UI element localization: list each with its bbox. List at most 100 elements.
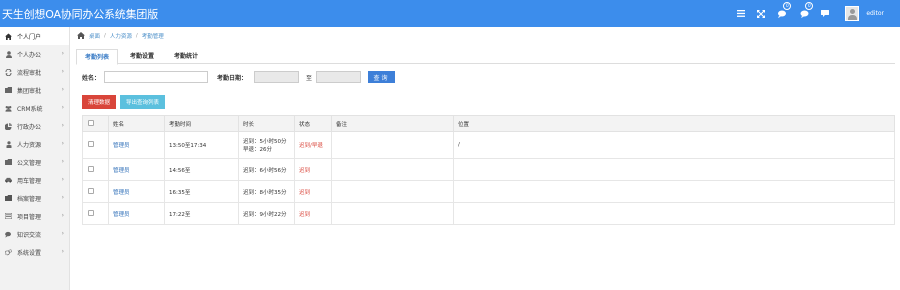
name-input[interactable] [104, 71, 209, 83]
attendance-table: 姓名 考勤时间 时长 状态 备注 位置 管理员 13:50至17:34 迟到：5… [82, 115, 895, 225]
row-duration-late: 迟到：6小时56分 [238, 158, 295, 181]
search-button[interactable]: 查询 [368, 71, 396, 83]
chevron-right-icon: › [61, 86, 64, 93]
table-row: 管理员 16:35至 迟到：8小时35分 迟到 [82, 180, 895, 203]
row-duration-early: 早退：26分 [243, 147, 272, 153]
folder-icon [5, 159, 12, 166]
person-icon [5, 140, 12, 148]
col-header-status: 状态 [294, 115, 332, 132]
user-icon [5, 50, 12, 58]
archive-icon [5, 195, 12, 202]
chevron-right-icon: › [61, 140, 64, 147]
sidebar-item-label: 个人门户 [17, 33, 42, 41]
breadcrumb-home[interactable]: 桌面 [89, 32, 100, 40]
sidebar-item-label: 知识交流 [17, 231, 42, 239]
row-status: 迟到 [294, 158, 332, 181]
breadcrumb-current: 考勤管理 [141, 34, 164, 40]
menu-icon[interactable] [731, 0, 751, 27]
row-checkbox[interactable] [88, 187, 94, 194]
row-checkbox[interactable] [88, 141, 94, 147]
chat-icon[interactable]: 0 [771, 0, 793, 27]
col-header-time: 考勤时间 [164, 115, 239, 132]
message-badge: 0 [805, 2, 814, 10]
row-name-link[interactable]: 管理员 [113, 212, 130, 218]
chat-icon [5, 231, 12, 238]
select-all-header[interactable] [82, 115, 109, 132]
main-content: 桌面 / 人力资源 / 考勤管理 考勤列表 考勤设置 考勤统计 姓名： 考勤日期… [71, 27, 900, 290]
fullscreen-icon[interactable] [751, 0, 771, 27]
sidebar-item-label: 人力资源 [17, 141, 42, 149]
sidebar-item-documents[interactable]: 公文管理 › [0, 153, 69, 171]
sidebar-item-hr[interactable]: 人力资源 › [0, 135, 69, 153]
sidebar-item-label: 公文管理 [17, 159, 42, 167]
sidebar-item-knowledge[interactable]: 知识交流 › [0, 225, 69, 243]
row-time: 13:50至17:34 [164, 131, 239, 159]
export-list-button[interactable]: 导出查询列表 [120, 95, 166, 109]
home-icon [77, 31, 85, 41]
date-start-input[interactable] [254, 71, 300, 83]
sidebar-item-label: 流程审批 [17, 69, 42, 77]
top-bar: 天生创想OA协同办公系统集团版 0 0 editor [0, 0, 900, 27]
search-bar: 姓名： 考勤日期： 至 查询 [82, 71, 396, 83]
sidebar-item-personal-office[interactable]: 个人办公 › [0, 45, 69, 63]
sidebar-item-personal-portal[interactable]: 个人门户 [0, 27, 69, 45]
row-time: 14:56至 [164, 158, 239, 181]
chevron-right-icon: › [61, 68, 64, 75]
sidebar-item-settings[interactable]: 系统设置 › [0, 243, 69, 261]
breadcrumb-separator: / [135, 33, 138, 39]
row-checkbox[interactable] [88, 165, 94, 172]
app-title: 天生创想OA协同办公系统集团版 [2, 8, 158, 21]
sidebar-item-label: 系统设置 [17, 249, 42, 257]
username[interactable]: editor [866, 10, 884, 17]
user-avatar[interactable] [845, 6, 860, 21]
row-status: 迟到 [294, 180, 332, 203]
table-row: 管理员 17:22至 迟到：9小时22分 迟到 [82, 202, 895, 225]
to-label: 至 [306, 74, 313, 82]
row-time: 16:35至 [164, 180, 239, 203]
row-name-link[interactable]: 管理员 [113, 190, 130, 196]
sidebar-item-group-approval[interactable]: 集团审批 › [0, 81, 69, 99]
sidebar-item-label: 用车管理 [17, 177, 42, 185]
sidebar-item-projects[interactable]: 项目管理 › [0, 207, 69, 225]
sidebar-item-label: 档案管理 [17, 195, 42, 203]
action-buttons: 清理数据 导出查询列表 [82, 95, 166, 109]
row-name-link[interactable]: 管理员 [113, 143, 130, 149]
tab-attendance-settings[interactable]: 考勤设置 [122, 49, 162, 64]
chevron-right-icon: › [61, 176, 64, 183]
chevron-right-icon: › [61, 212, 64, 219]
sidebar-item-admin-office[interactable]: 行政办公 › [0, 117, 69, 135]
select-all-checkbox[interactable] [88, 119, 94, 126]
tab-attendance-stats[interactable]: 考勤统计 [166, 49, 206, 64]
row-status: 迟到/早退 [294, 131, 332, 159]
sidebar-item-crm[interactable]: CRM系统 › [0, 99, 69, 117]
comment-icon[interactable] [815, 0, 835, 27]
folder-icon [5, 87, 12, 94]
col-header-name: 姓名 [108, 115, 165, 132]
row-location [453, 202, 895, 225]
sidebar-item-archive[interactable]: 档案管理 › [0, 189, 69, 207]
chart-icon [5, 122, 12, 130]
row-location [453, 180, 895, 203]
sidebar: 个人门户 个人办公 › 流程审批 › 集团审批 › CRM系统 › 行政办公 › [0, 27, 70, 290]
date-end-input[interactable] [316, 71, 362, 83]
sidebar-item-label: 行政办公 [17, 123, 42, 131]
sidebar-item-label: 集团审批 [17, 87, 42, 95]
tab-attendance-list[interactable]: 考勤列表 [76, 49, 119, 65]
clear-data-button[interactable]: 清理数据 [82, 95, 117, 109]
chevron-right-icon: › [61, 158, 64, 165]
sidebar-item-vehicle[interactable]: 用车管理 › [0, 171, 69, 189]
row-checkbox[interactable] [88, 209, 94, 216]
row-remark [331, 131, 454, 159]
row-location: / [453, 131, 895, 159]
col-header-duration: 时长 [238, 115, 295, 132]
chevron-right-icon: › [61, 230, 64, 237]
home-icon [5, 33, 12, 40]
message-icon[interactable]: 0 [793, 0, 815, 27]
row-name-link[interactable]: 管理员 [113, 168, 130, 174]
breadcrumb-section[interactable]: 人力资源 [110, 32, 132, 40]
col-header-remark: 备注 [331, 115, 454, 132]
row-status: 迟到 [294, 202, 332, 225]
car-icon [5, 177, 12, 184]
sidebar-item-workflow[interactable]: 流程审批 › [0, 63, 69, 81]
chevron-right-icon: › [61, 248, 64, 255]
